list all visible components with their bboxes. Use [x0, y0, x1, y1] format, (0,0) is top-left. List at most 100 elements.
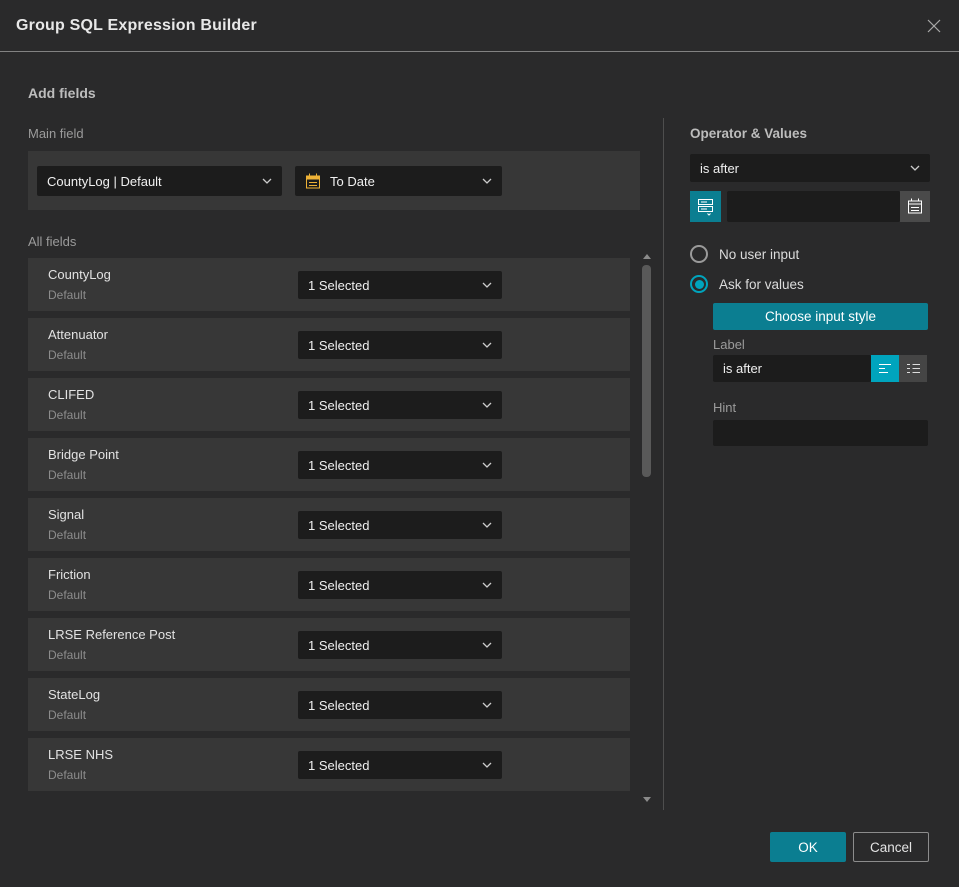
field-values-select-value: 1 Selected: [308, 757, 370, 773]
chevron-down-icon: [910, 165, 920, 171]
field-values-select[interactable]: 1 Selected: [298, 451, 502, 479]
operator-select-value: is after: [700, 160, 740, 176]
chevron-down-icon: [482, 282, 492, 288]
field-name: Signal: [48, 507, 85, 522]
date-picker-button[interactable]: [900, 191, 930, 222]
choose-input-style-button[interactable]: Choose input style: [713, 303, 928, 330]
all-fields-label: All fields: [28, 234, 77, 249]
chevron-down-icon: [482, 522, 492, 528]
chevron-down-icon: [482, 582, 492, 588]
cancel-button[interactable]: Cancel: [853, 832, 929, 862]
field-values-select-value: 1 Selected: [308, 577, 370, 593]
scroll-down-icon[interactable]: [643, 797, 651, 802]
field-name: Bridge Point: [48, 447, 119, 462]
list-style-button[interactable]: [899, 355, 927, 382]
field-row-countylog: CountyLog Default 1 Selected: [28, 258, 630, 311]
field-values-select-value: 1 Selected: [308, 457, 370, 473]
field-values-select[interactable]: 1 Selected: [298, 571, 502, 599]
field-values-select[interactable]: 1 Selected: [298, 391, 502, 419]
field-row-signal: Signal Default 1 Selected: [28, 498, 630, 551]
field-values-select[interactable]: 1 Selected: [298, 631, 502, 659]
field-subtitle: Default: [48, 648, 87, 662]
single-line-style-button[interactable]: [871, 355, 899, 382]
dialog-header: Group SQL Expression Builder: [0, 0, 959, 52]
dialog-title: Group SQL Expression Builder: [16, 17, 257, 34]
hint-label: Hint: [713, 400, 737, 415]
main-field-select-value: CountyLog | Default: [47, 173, 162, 189]
label-input[interactable]: [713, 355, 871, 382]
field-row-lrse-reference-post: LRSE Reference Post Default 1 Selected: [28, 618, 630, 671]
field-subtitle: Default: [48, 348, 87, 362]
field-subtitle: Default: [48, 768, 87, 782]
list-scrollbar[interactable]: [641, 254, 653, 802]
field-values-select[interactable]: 1 Selected: [298, 751, 502, 779]
field-values-select[interactable]: 1 Selected: [298, 271, 502, 299]
field-row-statelog: StateLog Default 1 Selected: [28, 678, 630, 731]
main-field-label: Main field: [28, 126, 84, 141]
calendar-icon: [306, 173, 320, 188]
radio-label: Ask for values: [719, 276, 804, 292]
field-name: CountyLog: [48, 267, 111, 282]
field-subtitle: Default: [48, 588, 87, 602]
field-subtitle: Default: [48, 288, 87, 302]
field-values-select[interactable]: 1 Selected: [298, 511, 502, 539]
radio-no-user-input[interactable]: No user input: [690, 245, 799, 263]
field-row-bridge-point: Bridge Point Default 1 Selected: [28, 438, 630, 491]
field-values-select-value: 1 Selected: [308, 697, 370, 713]
chevron-down-icon: [482, 402, 492, 408]
list-icon: [906, 364, 920, 373]
radio-label: No user input: [719, 246, 800, 262]
date-type-select-value: To Date: [330, 173, 375, 189]
field-values-select-value: 1 Selected: [308, 517, 370, 533]
chevron-down-icon: [482, 702, 492, 708]
close-icon[interactable]: [922, 14, 946, 38]
field-row-friction: Friction Default 1 Selected: [28, 558, 630, 611]
field-name: StateLog: [48, 687, 101, 702]
scrollbar-thumb[interactable]: [642, 265, 651, 477]
field-name: Friction: [48, 567, 91, 582]
chevron-down-icon: [482, 642, 492, 648]
main-field-select[interactable]: CountyLog | Default: [37, 166, 282, 196]
align-left-icon: [878, 364, 891, 373]
radio-icon: [690, 275, 708, 293]
field-subtitle: Default: [48, 528, 87, 542]
chevron-down-icon: [262, 178, 272, 184]
hint-input[interactable]: [713, 420, 928, 446]
label-label: Label: [713, 337, 745, 352]
field-subtitle: Default: [48, 468, 87, 482]
field-name: Attenuator: [48, 327, 108, 342]
main-field-panel: CountyLog | Default To Date: [28, 151, 640, 210]
field-values-select[interactable]: 1 Selected: [298, 691, 502, 719]
scroll-up-icon[interactable]: [643, 254, 651, 259]
input-type-button[interactable]: [690, 191, 721, 222]
vertical-divider: [663, 118, 664, 810]
field-values-select-value: 1 Selected: [308, 277, 370, 293]
field-values-select-value: 1 Selected: [308, 397, 370, 413]
add-fields-heading: Add fields: [28, 85, 96, 101]
field-row-clifed: CLIFED Default 1 Selected: [28, 378, 630, 431]
date-type-select[interactable]: To Date: [295, 166, 502, 196]
field-values-select[interactable]: 1 Selected: [298, 331, 502, 359]
field-values-select-value: 1 Selected: [308, 337, 370, 353]
stacked-values-icon: [698, 199, 713, 216]
ok-button[interactable]: OK: [770, 832, 846, 862]
field-name: LRSE NHS: [48, 747, 114, 762]
chevron-down-icon: [482, 762, 492, 768]
field-subtitle: Default: [48, 408, 87, 422]
field-row-attenuator: Attenuator Default 1 Selected: [28, 318, 630, 371]
chevron-down-icon: [482, 342, 492, 348]
field-values-select-value: 1 Selected: [308, 637, 370, 653]
field-subtitle: Default: [48, 708, 87, 722]
field-name: LRSE Reference Post: [48, 627, 176, 642]
chevron-down-icon: [482, 462, 492, 468]
all-fields-list: CountyLog Default 1 Selected Attenuator …: [28, 258, 630, 791]
operator-select[interactable]: is after: [690, 154, 930, 182]
field-name: CLIFED: [48, 387, 95, 402]
field-row-lrse-nhs: LRSE NHS Default 1 Selected: [28, 738, 630, 791]
value-input[interactable]: [727, 191, 900, 222]
radio-icon: [690, 245, 708, 263]
operator-values-heading: Operator & Values: [690, 126, 808, 141]
radio-ask-for-values[interactable]: Ask for values: [690, 275, 804, 293]
calendar-icon: [908, 198, 922, 214]
chevron-down-icon: [482, 178, 492, 184]
